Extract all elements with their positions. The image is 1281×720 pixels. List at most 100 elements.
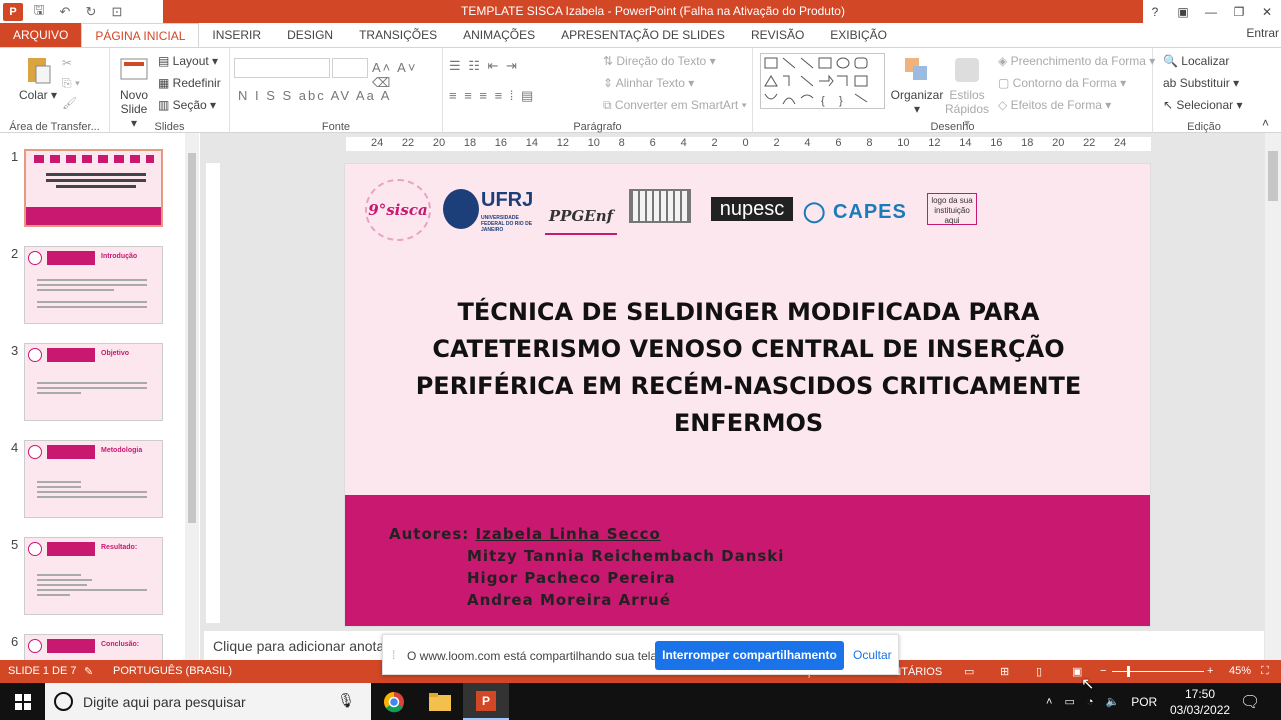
zoom-slider[interactable]: [1112, 671, 1204, 672]
font-grow-shrink-icon[interactable]: A˄ A˅ ⌫: [372, 60, 442, 91]
shape-fill-button[interactable]: ◈ Preenchimento da Forma ▾: [998, 54, 1155, 68]
author-name: Andrea Moreira Arrué: [467, 591, 671, 609]
thumb-title: Objetivo: [101, 350, 130, 357]
drag-handle-icon[interactable]: ⁞: [392, 648, 395, 662]
sign-in-link[interactable]: Entrar: [1246, 23, 1279, 43]
find-button[interactable]: 🔍 Localizar: [1163, 54, 1229, 68]
thumbnail-slide-3[interactable]: 3 Objetivo: [0, 343, 185, 425]
ruler-tick-label: 4: [804, 137, 811, 149]
stop-sharing-button[interactable]: Interromper compartilhamento: [655, 641, 844, 670]
collapse-ribbon-icon[interactable]: ˄: [1262, 116, 1269, 130]
layout-button[interactable]: ▤ Layout ▾: [158, 54, 218, 68]
reading-view-icon[interactable]: ▯: [1036, 665, 1042, 678]
taskbar-search[interactable]: Digite aqui para pesquisar 🎙: [45, 683, 371, 720]
paragraph-group-label: Parágrafo: [573, 121, 622, 133]
tab-view[interactable]: EXIBIÇÃO: [817, 23, 900, 47]
thumbnail-slide-4[interactable]: 4 Metodologia: [0, 440, 185, 522]
zoom-level[interactable]: 45%: [1229, 665, 1251, 677]
spellcheck-icon[interactable]: ✎: [84, 665, 93, 678]
arrange-button[interactable]: Organizar ▾: [889, 54, 945, 116]
thumbnail-slide-5[interactable]: 5 Resultado:: [0, 537, 185, 619]
font-size-box[interactable]: [332, 58, 368, 78]
ruler-tick-label: 14: [959, 137, 972, 149]
hide-button[interactable]: Ocultar: [853, 648, 892, 662]
alignment-buttons-icon[interactable]: ≡ ≡ ≡ ≡ ⁞ ▤: [449, 88, 535, 104]
minimize-icon[interactable]: —: [1197, 5, 1225, 19]
shape-outline-button[interactable]: ▢ Contorno da Forma ▾: [998, 76, 1126, 90]
cut-icon[interactable]: ✂: [62, 56, 72, 70]
replace-button[interactable]: ab Substituir ▾: [1163, 76, 1239, 90]
shape-effects-button[interactable]: ◇ Efeitos de Forma ▾: [998, 98, 1111, 112]
slide-sorter-icon[interactable]: ⊞: [1000, 665, 1009, 678]
window-controls: ? ▣ — ❐ ✕: [1141, 0, 1281, 23]
language-indicator[interactable]: PORTUGUÊS (BRASIL): [113, 665, 232, 677]
font-format-buttons[interactable]: N I S S abc AV Aa A: [238, 88, 391, 103]
copy-icon[interactable]: ⎘ ▾: [62, 76, 80, 91]
paste-button[interactable]: Colar ▾: [18, 54, 58, 102]
convert-smartart-button[interactable]: ⧉ Converter em SmartArt ▾: [603, 98, 747, 113]
thumbnails-scrollbar[interactable]: [185, 133, 199, 660]
tab-animations[interactable]: ANIMAÇÕES: [450, 23, 548, 47]
fit-slide-icon[interactable]: ⛶: [1261, 665, 1269, 678]
input-language[interactable]: POR: [1131, 695, 1157, 709]
align-text-button[interactable]: ⇕ Alinhar Texto ▾: [603, 76, 694, 90]
slide-scroll-thumb[interactable]: [1268, 151, 1278, 201]
ruler-tick-label: 22: [1083, 137, 1096, 149]
tab-slideshow[interactable]: APRESENTAÇÃO DE SLIDES: [548, 23, 738, 47]
tab-insert[interactable]: INSERIR: [199, 23, 274, 47]
show-hidden-icons[interactable]: ˄: [1046, 696, 1052, 708]
notifications-icon[interactable]: 🗨: [1240, 692, 1260, 712]
format-painter-icon[interactable]: 🖌: [62, 96, 77, 110]
help-icon[interactable]: ?: [1141, 5, 1169, 19]
save-icon[interactable]: 🖫: [26, 1, 52, 23]
new-slide-button[interactable]: Novo Slide ▾: [116, 54, 152, 130]
windows-start-icon[interactable]: [0, 683, 46, 720]
select-icon: ↖: [1163, 98, 1174, 112]
reset-button[interactable]: ▦ Redefinir: [158, 76, 221, 90]
volume-icon[interactable]: 🔈: [1106, 695, 1120, 708]
select-button[interactable]: ↖ Selecionar ▾: [1163, 98, 1242, 112]
thumbnail-slide-2[interactable]: 2 Introdução: [0, 246, 185, 328]
clock[interactable]: 17:50 03/03/2022: [1170, 686, 1230, 718]
authors-block[interactable]: Autores: Izabela Linha Secco Mitzy Tanni…: [389, 523, 784, 611]
chrome-icon[interactable]: [371, 683, 417, 720]
wifi-icon[interactable]: ◔: [1087, 696, 1094, 708]
quick-styles-button[interactable]: Estilos Rápidos ▾: [945, 54, 989, 130]
microphone-icon[interactable]: 🎙: [337, 692, 355, 709]
section-button[interactable]: ▥ Seção ▾: [158, 98, 216, 112]
list-buttons-icon[interactable]: ☰ ☷ ⇤ ⇥: [449, 58, 519, 74]
redo-icon[interactable]: ↻: [78, 4, 104, 20]
restore-icon[interactable]: ❐: [1225, 5, 1253, 19]
ribbon-display-icon[interactable]: ▣: [1169, 5, 1197, 19]
thumbnail-slide-1[interactable]: 1: [0, 149, 185, 231]
zoom-out-icon[interactable]: −: [1100, 665, 1106, 677]
font-name-box[interactable]: [234, 58, 330, 78]
battery-icon[interactable]: ▭: [1064, 695, 1074, 708]
ppgenf-logo: PPGEnf: [545, 181, 617, 235]
thumbnail-slide-6[interactable]: 6 Conclusão:: [0, 634, 185, 660]
tab-transitions[interactable]: TRANSIÇÕES: [346, 23, 450, 47]
text-direction-button[interactable]: ⇅ Direção do Texto ▾: [603, 54, 716, 68]
slide-title[interactable]: TÉCNICA DE SELDINGER MODIFICADA PARA CAT…: [405, 294, 1092, 442]
ruler-tick-label: 4: [680, 137, 687, 149]
ruler-tick-label: 12: [556, 137, 569, 149]
tab-home[interactable]: PÁGINA INICIAL: [81, 23, 200, 47]
close-icon[interactable]: ✕: [1253, 5, 1281, 19]
thumb-title: Metodologia: [101, 447, 143, 454]
zoom-slider-thumb[interactable]: [1127, 666, 1130, 677]
file-explorer-icon[interactable]: [417, 683, 463, 720]
tab-design[interactable]: DESIGN: [274, 23, 346, 47]
normal-view-icon[interactable]: ▭: [964, 665, 974, 678]
thumbnails-scroll-thumb[interactable]: [188, 153, 196, 523]
tab-file[interactable]: ARQUIVO: [0, 23, 82, 47]
shapes-gallery[interactable]: {}: [760, 53, 885, 109]
slide-canvas[interactable]: 9°sisca UFRJ UNIVERSIDADE FEDERAL DO RIO…: [344, 163, 1151, 627]
search-placeholder: Digite aqui para pesquisar: [83, 694, 246, 710]
tab-review[interactable]: REVISÃO: [738, 23, 817, 47]
powerpoint-taskbar-icon[interactable]: P: [463, 683, 509, 720]
zoom-in-icon[interactable]: +: [1207, 665, 1213, 677]
powerpoint-app-icon[interactable]: P: [3, 2, 23, 21]
slide-scrollbar[interactable]: [1265, 133, 1281, 660]
undo-icon[interactable]: ↶: [52, 4, 78, 20]
start-from-beginning-icon[interactable]: ⊡: [104, 4, 130, 20]
